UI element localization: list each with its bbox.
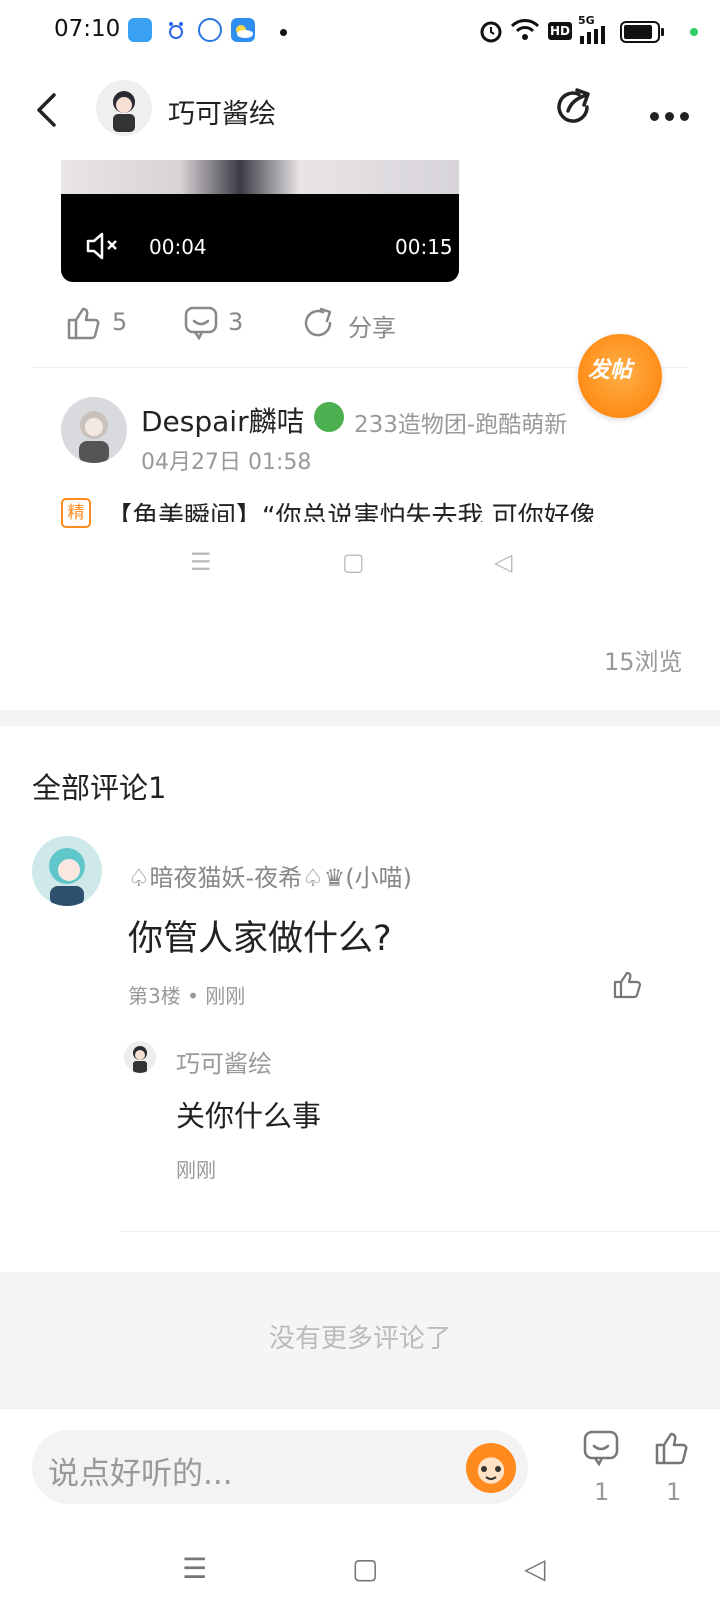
comment-input-placeholder[interactable]: 说点好听的... [48,1448,233,1493]
view-count: 15浏览 [604,648,683,676]
emoji-icon[interactable] [466,1443,516,1493]
post-author-name[interactable]: Despair麟咭 [141,400,305,440]
comments-header: 全部评论1 [32,771,167,805]
bottom-comment-icon[interactable] [583,1430,619,1470]
reply-text: 关你什么事 [176,1099,322,1133]
video-player[interactable]: 00:04 00:15 [61,160,459,282]
no-more-comments: 没有更多评论了 [268,1324,451,1354]
commenter-avatar[interactable] [32,836,102,906]
alarm-icon [478,18,504,48]
comment-count: 3 [228,308,244,336]
video-current-time: 00:04 [149,235,207,259]
wifi-icon [510,18,540,46]
comment-text: 你管人家做什么? [128,919,392,959]
like-button[interactable] [66,306,100,344]
hd-badge: HD [548,22,572,40]
post-author-avatar[interactable] [61,397,127,463]
mini-menu-icon: ☰ [190,548,212,576]
page-title: 巧可酱绘 [168,99,276,130]
mini-home-icon: ▢ [342,548,365,576]
baidu-icon [164,18,188,42]
signal-icon [578,26,608,48]
create-post-label[interactable]: 发帖 [588,352,632,384]
post-title[interactable]: 【角美瞬间】“你总说害怕失去我 可你好像 [106,496,666,522]
status-time: 07:10 [54,16,121,42]
reply-avatar[interactable] [124,1041,156,1073]
menu-nav-icon[interactable]: ☰ [182,1552,207,1585]
weather-icon [231,18,255,42]
comment-meta: 第3楼 • 刚刚 [128,984,246,1008]
notification-dot [280,29,287,36]
post-date: 04月27日 01:58 [141,450,312,475]
post-group-name[interactable]: 233造物团-跑酷萌新 [354,405,567,439]
commenter-name[interactable]: ♤暗夜猫妖-夜希♤♛(小喵) [128,858,412,893]
video-duration: 00:15 [395,235,453,259]
privacy-dot [690,28,698,36]
reply-author[interactable]: 巧可酱绘 [176,1044,272,1079]
back-nav-icon[interactable]: ◁ [524,1552,546,1585]
reply-time: 刚刚 [176,1158,216,1182]
home-nav-icon[interactable]: ▢ [352,1552,378,1585]
share-label[interactable]: 分享 [348,308,396,343]
share-icon[interactable] [554,86,596,132]
ifly-icon [198,18,222,42]
share-post-icon[interactable] [302,306,336,344]
video-thumbnail [61,160,459,194]
mini-back-icon: ◁ [494,548,513,576]
author-avatar[interactable] [96,80,152,136]
back-arrow-icon[interactable] [34,92,60,132]
more-icon[interactable] [650,106,695,125]
bottom-like-count: 1 [666,1478,682,1506]
group-badge-icon [314,402,344,432]
bottom-comment-count: 1 [594,1478,610,1506]
bottom-like-icon[interactable] [654,1430,690,1470]
divider [120,1231,720,1232]
section-gap [0,710,720,726]
battery-icon [620,20,666,48]
comment-button[interactable] [184,306,218,344]
tp-link-icon [128,18,152,42]
like-count: 5 [112,308,128,336]
featured-badge: 精 [61,498,91,528]
comment-like-icon[interactable] [612,970,642,1004]
mute-icon[interactable] [85,230,121,266]
